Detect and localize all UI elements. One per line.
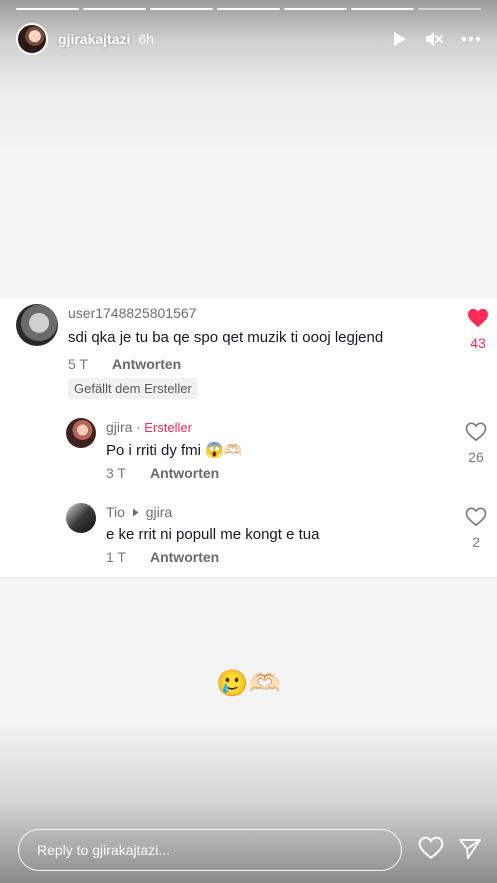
reply-item: gjira · Ersteller Po i rriti dy fmi 😱🫶🏻 … [66,418,243,481]
heart-icon[interactable] [418,836,444,865]
reply-to-username[interactable]: gjira [146,504,172,520]
reply-arrow-icon [132,503,139,521]
more-icon[interactable] [461,36,481,42]
reply-like[interactable]: 26 [465,422,487,465]
reply-button[interactable]: Antworten [112,356,181,372]
reply-avatar[interactable] [66,503,96,533]
heart-outline-icon[interactable] [465,422,487,447]
reply-text: Po i rriti dy fmi 😱🫶🏻 [106,442,243,459]
progress-segment [418,8,481,10]
like-count: 2 [472,534,480,550]
reply-input[interactable]: Reply to gjirakajtazi... [18,829,402,871]
reply-placeholder: Reply to gjirakajtazi... [37,842,171,858]
story-time: 6h [138,31,154,47]
progress-segment [284,8,347,10]
progress-segment [150,8,213,10]
like-count: 26 [468,449,484,465]
reply-avatar[interactable] [66,418,96,448]
reply-like[interactable]: 2 [465,507,487,550]
comment-like[interactable]: 43 [467,308,489,351]
reply-age: 1 T [106,549,126,565]
like-count: 43 [470,335,486,351]
send-icon[interactable] [458,838,482,865]
reply-username[interactable]: Tio [106,504,125,520]
story-progress [16,8,481,10]
reply-username[interactable]: gjira [106,419,132,435]
reply-item: Tio gjira e ke rrit ni popull me kongt e… [66,503,319,565]
reply-text: e ke rrit ni popull me kongt e tua [106,526,320,543]
reply-age: 3 T [106,465,126,481]
comment-age: 5 T [68,356,88,372]
story-header: gjirakajtazi 6h [16,22,481,56]
story-viewer: gjirakajtazi 6h user1748825801567 sdi qk… [0,0,497,883]
comment-text: sdi qka je tu ba qe spo qet muzik ti ooo… [68,329,384,346]
reply-button[interactable]: Antworten [150,549,219,565]
avatar[interactable] [16,23,48,55]
progress-segment [83,8,146,10]
progress-segment [16,8,79,10]
progress-segment [351,8,414,10]
comment-item: user1748825801567 sdi qka je tu ba qe sp… [16,304,383,399]
comment-username[interactable]: user1748825801567 [68,304,383,322]
heart-filled-icon[interactable] [467,308,489,333]
play-icon[interactable] [393,31,407,47]
heart-outline-icon[interactable] [465,507,487,532]
story-username[interactable]: gjirakajtazi [58,31,130,47]
creator-badge: · Ersteller [136,420,192,435]
liked-by-creator-badge: Gefällt dem Ersteller [68,378,198,399]
mute-icon[interactable] [425,31,443,47]
story-caption: 🥲🫶🏻 [216,668,281,698]
comment-card: user1748825801567 sdi qka je tu ba qe sp… [0,298,497,578]
commenter-avatar[interactable] [16,304,58,346]
progress-segment [217,8,280,10]
reply-button[interactable]: Antworten [150,465,219,481]
